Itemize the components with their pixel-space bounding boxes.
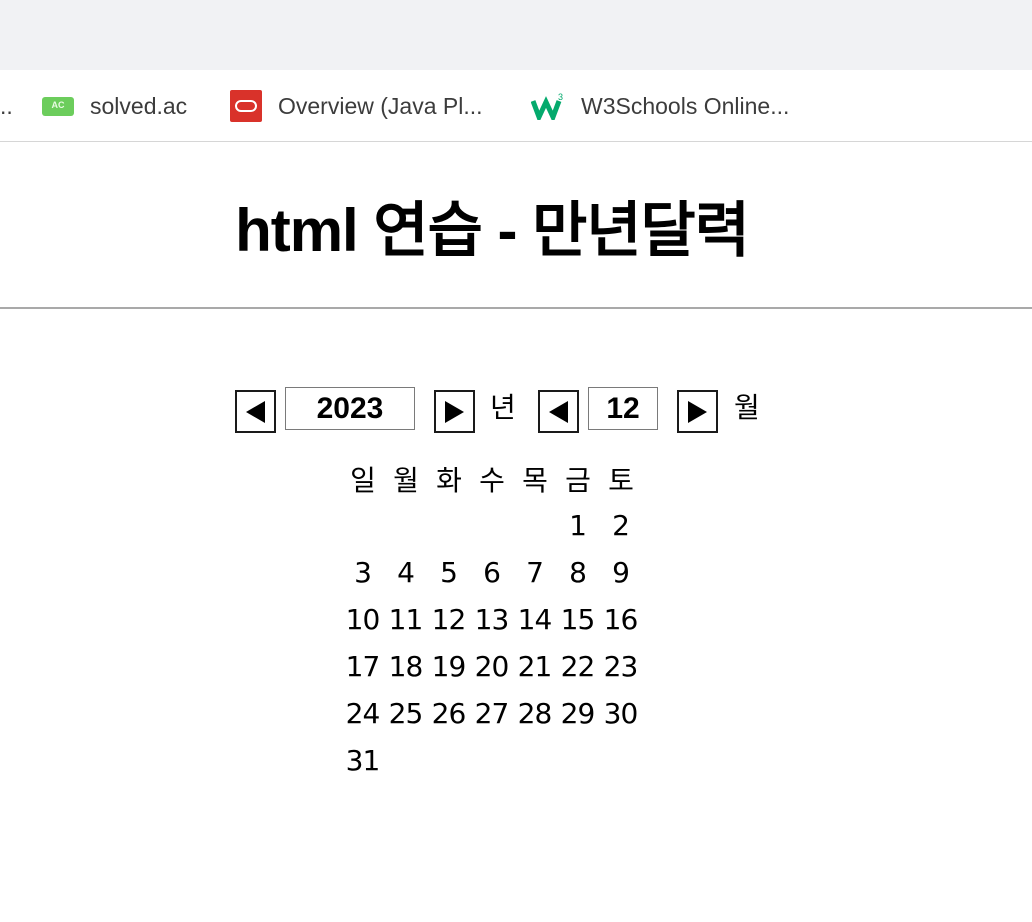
day-cell [470,502,513,549]
day-cell: 4 [397,556,415,589]
day-cell: 31 [345,744,381,777]
day-cell: 18 [388,650,424,683]
day-cell [556,737,599,784]
day-cell: 30 [603,697,639,730]
week-row: 3 4 5 6 7 8 9 [341,549,642,596]
day-cell: 11 [388,603,424,636]
day-cell: 15 [560,603,596,636]
weekday-tue: 화 [436,464,462,497]
day-cell [513,737,556,784]
day-cell [427,502,470,549]
svg-text:3: 3 [558,92,563,102]
weekday-wed: 수 [479,464,505,497]
w3schools-icon: 3 [530,92,565,124]
prev-year-button[interactable] [235,390,276,433]
day-cell: 28 [517,697,553,730]
day-cell: 16 [603,603,639,636]
bookmark-label: Overview (Java Pl... [278,92,483,119]
triangle-right-icon [688,400,707,423]
day-cell: 21 [517,650,553,683]
day-cell: 22 [560,650,596,683]
month-input[interactable]: 12 [588,387,658,430]
bookmark-overflow[interactable]: .. [0,70,13,142]
bookmark-w3schools[interactable]: 3 W3Schools Online... [530,70,790,142]
day-cell [513,502,556,549]
week-row: 10 11 12 13 14 15 16 [341,596,642,643]
day-cell: 8 [569,556,587,589]
day-cell [599,737,642,784]
triangle-right-icon [445,400,464,423]
solved-ac-icon [42,96,74,116]
day-cell: 3 [354,556,372,589]
day-cell: 2 [612,509,630,542]
day-cell [384,502,427,549]
title-divider [0,307,1032,309]
day-cell: 9 [612,556,630,589]
day-cell [470,737,513,784]
day-cell: 14 [517,603,553,636]
day-cell: 29 [560,697,596,730]
page-title: html 연습 - 만년달력 [235,197,750,264]
oracle-icon [230,90,262,122]
day-cell [341,502,384,549]
day-cell: 10 [345,603,381,636]
bookmarks-bar: .. solved.ac Overview (Java Pl... 3 W3Sc… [0,70,1032,142]
day-cell: 27 [474,697,510,730]
year-input[interactable]: 2023 [285,387,415,430]
weekday-mon: 월 [393,464,419,497]
bookmark-label: solved.ac [90,92,188,119]
day-cell: 24 [345,697,381,730]
weekday-sun: 일 [350,464,376,497]
weekday-fri: 금 [565,464,591,497]
week-row: 17 18 19 20 21 22 23 [341,643,642,690]
week-row: 1 2 [341,502,642,549]
triangle-left-icon [549,400,568,423]
day-cell: 25 [388,697,424,730]
next-year-button[interactable] [434,390,475,433]
calendar-grid: 일 월 화 수 목 금 토 1 2 3 4 5 6 7 8 9 10 11 12… [341,456,642,784]
month-unit-label: 월 [734,391,760,424]
bookmark-label: W3Schools Online... [581,92,790,119]
day-cell: 13 [474,603,510,636]
day-cell: 20 [474,650,510,683]
bookmark-java-overview[interactable]: Overview (Java Pl... [230,70,483,142]
week-row: 24 25 26 27 28 29 30 [341,690,642,737]
weekday-sat: 토 [608,464,634,497]
day-cell: 1 [569,509,587,542]
day-cell: 6 [483,556,501,589]
day-cell: 5 [440,556,458,589]
day-cell: 26 [431,697,467,730]
day-cell: 7 [526,556,544,589]
bookmark-solved-ac[interactable]: solved.ac [42,70,187,142]
next-month-button[interactable] [677,390,718,433]
year-unit-label: 년 [490,391,516,424]
triangle-left-icon [246,400,265,423]
day-cell [427,737,470,784]
day-cell: 12 [431,603,467,636]
week-row: 31 [341,737,642,784]
prev-month-button[interactable] [538,390,579,433]
day-cell [384,737,427,784]
browser-tab-strip [0,0,1032,70]
weekday-header-row: 일 월 화 수 목 금 토 [341,456,642,502]
weekday-thu: 목 [522,464,548,497]
day-cell: 19 [431,650,467,683]
day-cell: 17 [345,650,381,683]
day-cell: 23 [603,650,639,683]
